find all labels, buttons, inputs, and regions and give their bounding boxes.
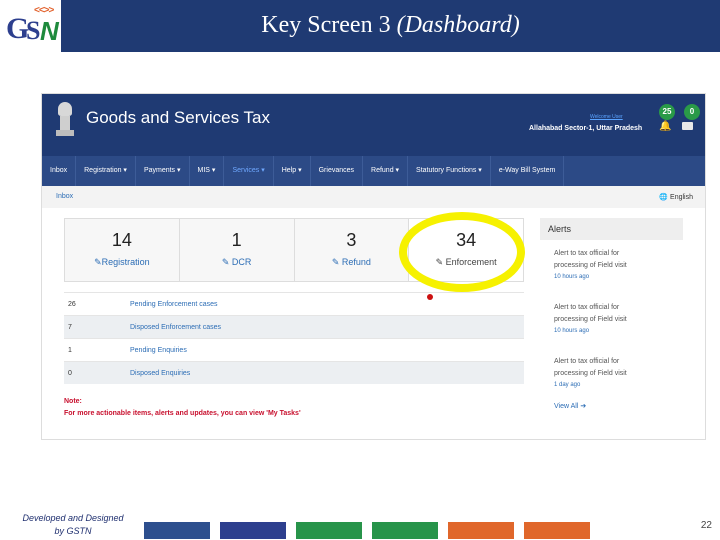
tile-count: 1 bbox=[231, 230, 242, 250]
list-item[interactable]: 0 Disposed Enquiries bbox=[64, 361, 524, 384]
list-item[interactable]: 7 Disposed Enforcement cases bbox=[64, 315, 524, 338]
pointer-dot bbox=[427, 294, 433, 300]
title-paren: (Dashboard) bbox=[396, 12, 520, 38]
edit-icon: ✎ bbox=[331, 257, 342, 267]
edit-icon: ✎ bbox=[221, 257, 232, 267]
breadcrumb[interactable]: Inbox bbox=[56, 193, 73, 200]
alert-line: processing of Field visit bbox=[554, 370, 627, 377]
alert-line: processing of Field visit bbox=[554, 262, 627, 269]
tile-count: 3 bbox=[346, 230, 357, 250]
view-all-link[interactable]: View All ➔ bbox=[540, 402, 683, 410]
row-link[interactable]: Pending Enforcement cases bbox=[130, 301, 218, 308]
color-strip bbox=[296, 522, 362, 539]
gstn-logo: <<>> G S N bbox=[6, 5, 59, 46]
nav-item[interactable]: Payments ▾ bbox=[136, 156, 190, 186]
user-link[interactable]: Welcome User bbox=[590, 114, 623, 120]
list-item[interactable]: 26 Pending Enforcement cases bbox=[64, 292, 524, 315]
highlight-circle bbox=[399, 212, 525, 292]
nav-item[interactable]: e-Way Bill System bbox=[491, 156, 565, 186]
national-emblem-icon bbox=[56, 102, 74, 138]
nav-item[interactable]: Statutory Functions ▾ bbox=[408, 156, 491, 186]
row-link[interactable]: Pending Enquiries bbox=[130, 347, 187, 354]
notification-badge[interactable]: 25 bbox=[659, 104, 675, 120]
nav-item[interactable]: MIS ▾ bbox=[190, 156, 225, 186]
note-text: For more actionable items, alerts and up… bbox=[64, 410, 301, 417]
row-count: 26 bbox=[68, 300, 76, 308]
tile-label: Registration bbox=[101, 257, 150, 267]
alert-line: Alert to tax official for bbox=[554, 250, 620, 257]
portal-title: Goods and Services Tax bbox=[86, 108, 270, 127]
alert-item[interactable]: Alert to tax official for processing of … bbox=[540, 294, 683, 348]
note: Note: For more actionable items, alerts … bbox=[64, 396, 301, 420]
alert-time: 10 hours ago bbox=[554, 328, 590, 334]
slide-title: Key Screen 3 (Dashboard) bbox=[61, 12, 720, 39]
alert-line: Alert to tax official for bbox=[554, 304, 620, 311]
nav-item[interactable]: Grievances bbox=[311, 156, 364, 186]
credit-line: Developed and Designed bbox=[22, 513, 124, 523]
breadcrumb-bar: Inbox 🌐 English bbox=[42, 186, 705, 208]
edit-icon: ✎ bbox=[94, 257, 102, 267]
row-count: 0 bbox=[68, 369, 72, 377]
main-nav: Inbox Registration ▾ Payments ▾ MIS ▾ Servic… bbox=[42, 156, 705, 186]
footer-credit: Developed and Designed by GSTN bbox=[8, 512, 138, 538]
message-badge[interactable]: 0 bbox=[684, 104, 700, 120]
tile-label: DCR bbox=[231, 257, 252, 267]
nav-item[interactable]: Registration ▾ bbox=[76, 156, 136, 186]
note-title: Note: bbox=[64, 398, 82, 405]
location-label: Allahabad Sector-1, Uttar Pradesh bbox=[529, 125, 643, 132]
alerts-panel: Alerts Alert to tax official for process… bbox=[540, 218, 683, 428]
alert-time: 10 hours ago bbox=[554, 274, 590, 280]
title-bar: Key Screen 3 (Dashboard) bbox=[61, 0, 720, 52]
portal-header: Goods and Services Tax Welcome User Alla… bbox=[42, 94, 705, 156]
color-strip bbox=[372, 522, 438, 539]
nav-item[interactable]: Inbox bbox=[42, 156, 77, 186]
language-selector[interactable]: 🌐 English bbox=[659, 193, 693, 201]
view-all-label: View All bbox=[554, 403, 579, 410]
enforcement-list: 26 Pending Enforcement cases 7 Disposed En… bbox=[64, 292, 524, 384]
alert-line: processing of Field visit bbox=[554, 316, 627, 323]
tile-count: 14 bbox=[111, 230, 132, 250]
alert-item[interactable]: Alert to tax official for processing of … bbox=[540, 240, 683, 294]
color-strip bbox=[220, 522, 286, 539]
page-number: 22 bbox=[700, 520, 712, 531]
nav-item[interactable]: Refund ▾ bbox=[363, 156, 409, 186]
arrow-right-icon: ➔ bbox=[580, 403, 587, 410]
slide: <<>> G S N Key Screen 3 (Dashboard) Good… bbox=[0, 0, 720, 540]
nav-item[interactable]: Services ▾ bbox=[224, 156, 274, 186]
list-item[interactable]: 1 Pending Enquiries bbox=[64, 338, 524, 361]
alert-time: 1 day ago bbox=[554, 382, 581, 388]
tile-dcr[interactable]: 1 ✎ DCR bbox=[179, 219, 295, 281]
row-count: 1 bbox=[68, 346, 72, 354]
alert-line: Alert to tax official for bbox=[554, 358, 620, 365]
color-strip bbox=[144, 522, 210, 539]
tile-refund[interactable]: 3 ✎ Refund bbox=[294, 219, 410, 281]
row-link[interactable]: Disposed Enforcement cases bbox=[130, 324, 221, 331]
row-count: 7 bbox=[68, 323, 72, 331]
nav-item[interactable]: Help ▾ bbox=[274, 156, 311, 186]
credit-line: by GSTN bbox=[54, 526, 92, 536]
alerts-title: Alerts bbox=[540, 218, 683, 240]
mail-icon[interactable] bbox=[682, 122, 693, 130]
title-main: Key Screen 3 bbox=[261, 12, 391, 38]
tile-label: Refund bbox=[341, 257, 371, 267]
row-link[interactable]: Disposed Enquiries bbox=[130, 370, 190, 377]
color-strip bbox=[448, 522, 514, 539]
language-label: English bbox=[670, 194, 693, 201]
alert-item[interactable]: Alert to tax official for processing of … bbox=[540, 348, 683, 402]
dashboard-screenshot: Goods and Services Tax Welcome User Alla… bbox=[41, 93, 706, 440]
tile-registration[interactable]: 14 ✎Registration bbox=[65, 219, 180, 281]
bell-icon[interactable]: 🔔 bbox=[659, 121, 671, 132]
color-strip bbox=[524, 522, 590, 539]
